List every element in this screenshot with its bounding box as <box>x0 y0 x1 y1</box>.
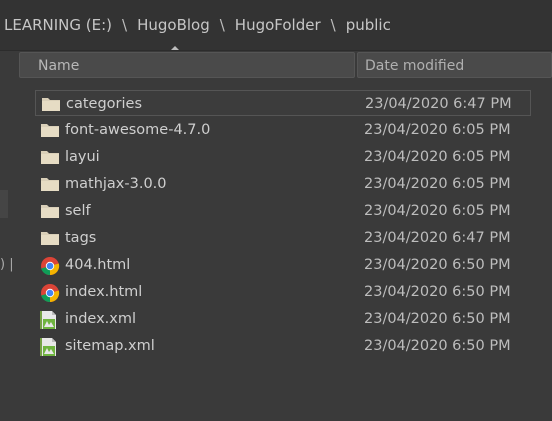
column-header-date-modified[interactable]: Date modified <box>357 52 552 78</box>
file-name: layui <box>65 149 100 165</box>
chrome-icon <box>40 256 60 276</box>
file-name: tags <box>65 230 97 246</box>
file-name: categories <box>66 96 143 112</box>
file-row[interactable]: 404.html 23/04/2020 6:50 PM <box>35 252 531 278</box>
file-date-modified: 23/04/2020 6:05 PM <box>364 122 511 138</box>
file-name: self <box>65 203 91 219</box>
xml-file-icon <box>40 337 60 356</box>
folder-icon <box>40 121 60 139</box>
breadcrumb-item-hugofolder[interactable]: HugoFolder <box>235 16 321 34</box>
file-name: mathjax-3.0.0 <box>65 176 167 192</box>
folder-icon <box>41 95 61 113</box>
file-date-modified: 23/04/2020 6:05 PM <box>364 176 511 192</box>
file-date-modified: 23/04/2020 6:47 PM <box>365 96 512 112</box>
folder-icon <box>40 148 60 166</box>
breadcrumb-item-hugoblog[interactable]: HugoBlog <box>137 16 210 34</box>
column-header-name[interactable]: Name <box>19 52 355 78</box>
file-row[interactable]: mathjax-3.0.0 23/04/2020 6:05 PM <box>35 171 531 197</box>
file-date-modified: 23/04/2020 6:47 PM <box>364 230 511 246</box>
file-name: index.xml <box>65 311 137 327</box>
breadcrumb-separator: \ <box>122 16 128 34</box>
file-name: 404.html <box>65 257 131 273</box>
sort-up-icon <box>171 46 179 50</box>
folder-icon <box>40 229 60 247</box>
file-row[interactable]: layui 23/04/2020 6:05 PM <box>35 144 531 170</box>
folder-icon <box>40 175 60 193</box>
file-row[interactable]: index.xml 23/04/2020 6:50 PM <box>35 306 531 332</box>
file-date-modified: 23/04/2020 6:50 PM <box>364 284 511 300</box>
xml-file-icon <box>40 310 60 329</box>
file-name: font-awesome-4.7.0 <box>65 122 211 138</box>
file-row[interactable]: tags 23/04/2020 6:47 PM <box>35 225 531 251</box>
file-date-modified: 23/04/2020 6:50 PM <box>364 338 511 354</box>
file-row[interactable]: self 23/04/2020 6:05 PM <box>35 198 531 224</box>
file-date-modified: 23/04/2020 6:50 PM <box>364 311 511 327</box>
file-date-modified: 23/04/2020 6:05 PM <box>364 203 511 219</box>
breadcrumb-item-public[interactable]: public <box>346 16 391 34</box>
file-date-modified: 23/04/2020 6:50 PM <box>364 257 511 273</box>
breadcrumb-separator: \ <box>330 16 336 34</box>
chrome-icon <box>40 283 60 303</box>
file-row[interactable]: font-awesome-4.7.0 23/04/2020 6:05 PM <box>35 117 531 143</box>
file-date-modified: 23/04/2020 6:05 PM <box>364 149 511 165</box>
file-row[interactable]: index.html 23/04/2020 6:50 PM <box>35 279 531 305</box>
breadcrumb-item-drive[interactable]: LEARNING (E:) <box>0 16 112 34</box>
folder-icon <box>40 202 60 220</box>
file-row[interactable]: categories 23/04/2020 6:47 PM <box>35 90 531 116</box>
navigation-pane-edge[interactable] <box>0 190 8 218</box>
file-name: index.html <box>65 284 143 300</box>
navigation-pane-text: ) | <box>0 257 14 272</box>
column-header-row: Name Date modified <box>19 52 552 79</box>
file-row[interactable]: sitemap.xml 23/04/2020 6:50 PM <box>35 333 531 359</box>
breadcrumb: LEARNING (E:) \ HugoBlog \ HugoFolder \ … <box>0 0 552 51</box>
breadcrumb-separator: \ <box>219 16 225 34</box>
file-name: sitemap.xml <box>65 338 155 354</box>
